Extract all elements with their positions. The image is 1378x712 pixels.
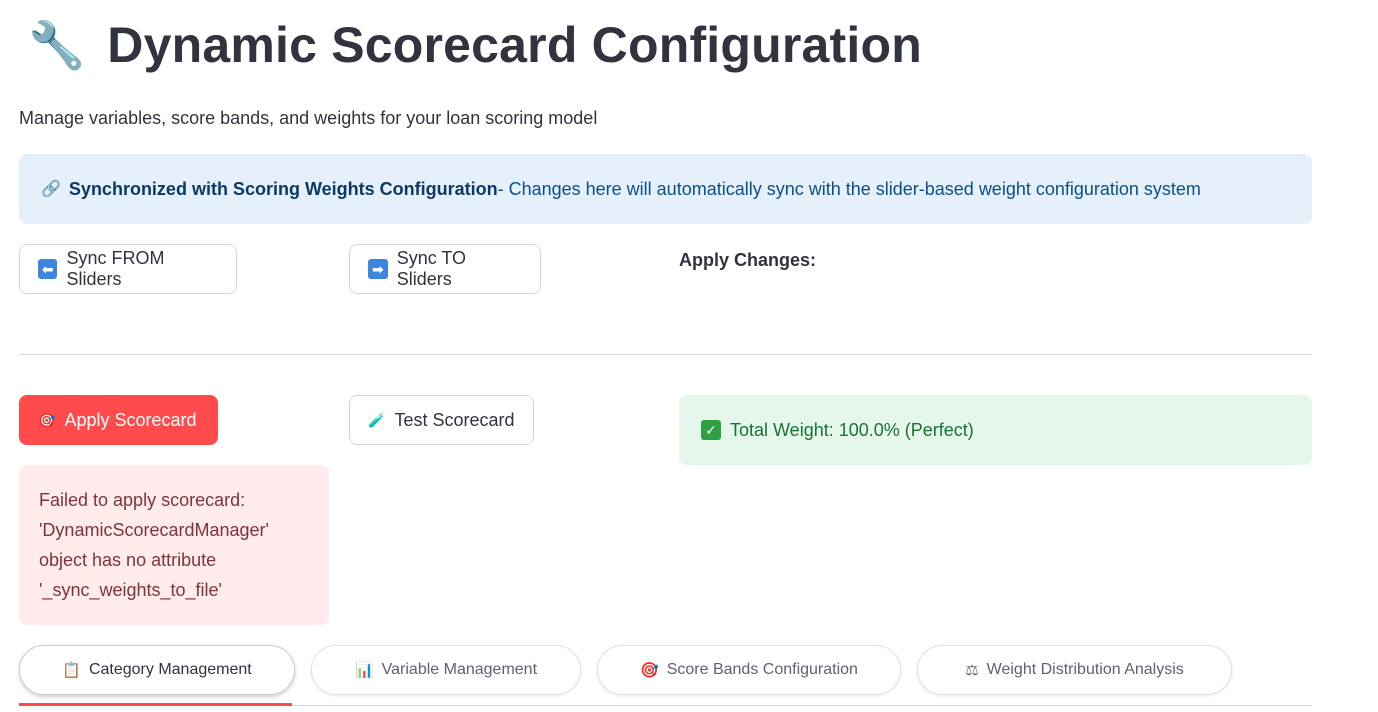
page-title: Dynamic Scorecard Configuration — [107, 17, 922, 73]
total-weight-text: Total Weight: 100.0% (Perfect) — [730, 419, 974, 440]
tab-label: Weight Distribution Analysis — [986, 661, 1184, 678]
error-alert: Failed to apply scorecard: 'DynamicScore… — [19, 465, 329, 625]
check-icon: ✓ — [701, 420, 721, 440]
test-scorecard-button[interactable]: 🧪 Test Scorecard — [349, 395, 534, 445]
tab-label: Variable Management — [381, 661, 538, 678]
total-weight-status: ✓ Total Weight: 100.0% (Perfect) — [679, 395, 1312, 465]
section-divider — [19, 354, 1312, 355]
link-icon: 🔗 — [41, 181, 61, 198]
tab-weight-distribution-analysis[interactable]: ⚖ Weight Distribution Analysis — [917, 645, 1232, 695]
sync-info-banner: 🔗 Synchronized with Scoring Weights Conf… — [19, 154, 1312, 224]
tab-bar: 📋 Category Management 📊 Variable Managem… — [19, 645, 1248, 695]
test-tube-icon: 🧪 — [368, 411, 386, 428]
tab-score-bands-configuration[interactable]: 🎯 Score Bands Configuration — [597, 645, 901, 695]
sync-to-sliders-button[interactable]: ➡ Sync TO Sliders — [349, 244, 541, 294]
tab-variable-management[interactable]: 📊 Variable Management — [311, 645, 581, 695]
apply-scorecard-label: Apply Scorecard — [64, 409, 197, 430]
clipboard-icon: 📋 — [62, 662, 81, 679]
sync-to-sliders-label: Sync TO Sliders — [396, 248, 467, 289]
target-icon: 🎯 — [640, 662, 659, 679]
sync-from-sliders-label: Sync FROM Sliders — [66, 248, 165, 289]
target-icon: 🎯 — [38, 411, 56, 428]
sync-info-title: Synchronized with Scoring Weights Config… — [68, 178, 498, 199]
arrow-right-icon: ➡ — [368, 259, 388, 279]
test-scorecard-label: Test Scorecard — [394, 409, 515, 430]
wrench-icon: 🔧 — [28, 19, 86, 71]
sync-info-text: - Changes here will automatically sync w… — [497, 178, 1201, 199]
tab-label: Category Management — [88, 661, 252, 678]
tab-category-management[interactable]: 📋 Category Management — [19, 645, 295, 695]
arrow-left-icon: ⬅ — [38, 259, 58, 279]
bar-chart-icon: 📊 — [354, 662, 374, 679]
apply-scorecard-button[interactable]: 🎯 Apply Scorecard — [19, 395, 218, 445]
apply-changes-heading: Apply Changes: — [679, 250, 817, 270]
sync-from-sliders-button[interactable]: ⬅ Sync FROM Sliders — [19, 244, 237, 294]
page-subtitle: Manage variables, score bands, and weigh… — [19, 108, 598, 128]
scale-icon: ⚖ — [965, 662, 979, 679]
page-header: 🔧 Dynamic Scorecard Configuration — [28, 16, 922, 74]
active-tab-indicator — [19, 703, 292, 706]
tab-label: Score Bands Configuration — [666, 661, 858, 678]
